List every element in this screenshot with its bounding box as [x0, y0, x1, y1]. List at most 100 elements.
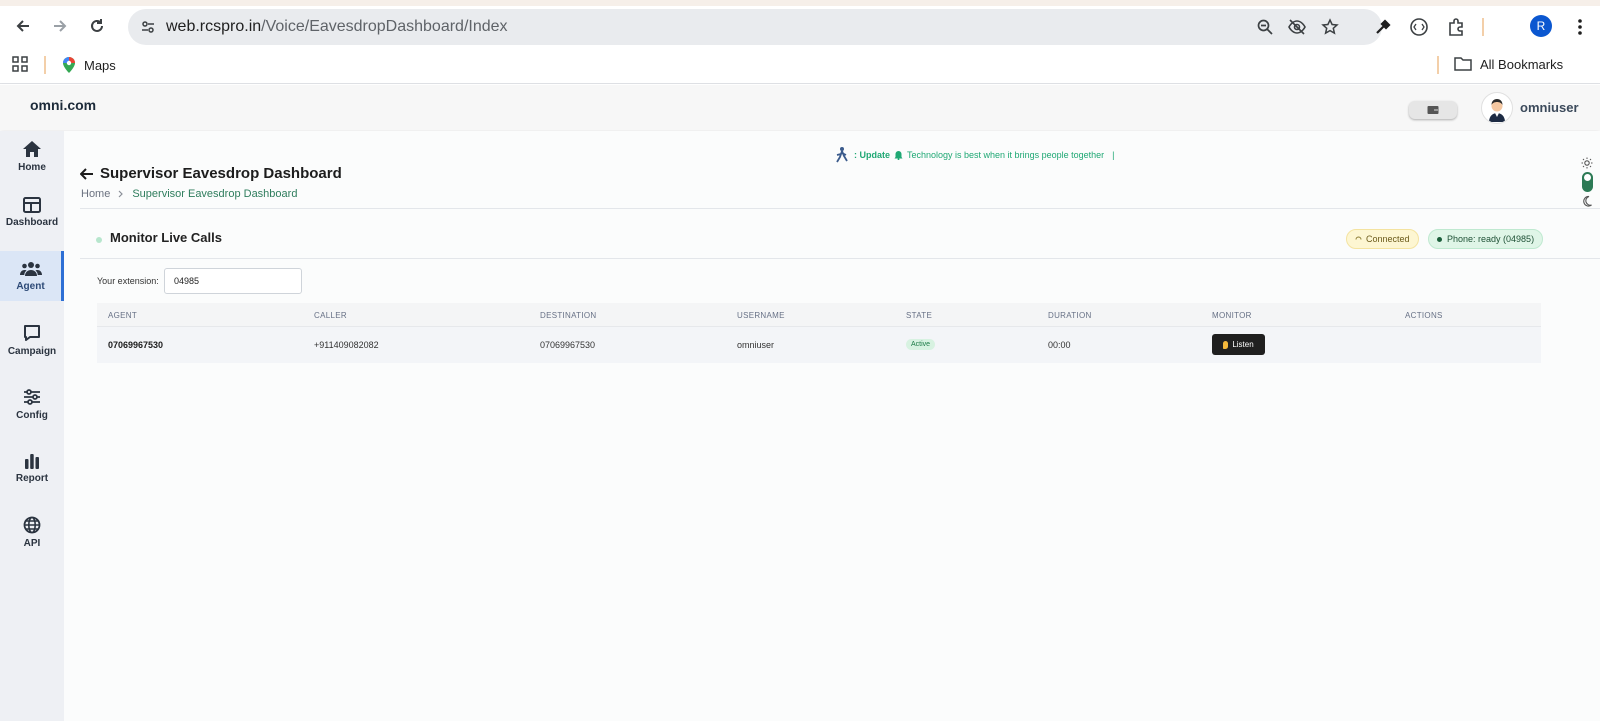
- puzzle-icon[interactable]: [1444, 15, 1468, 39]
- sidebar: Home Dashboard Agent Campaign Config Rep…: [0, 131, 64, 721]
- sidebar-item-dashboard[interactable]: Dashboard: [0, 187, 64, 237]
- column-header-destination: DESTINATION: [540, 311, 597, 320]
- page-title: Supervisor Eavesdrop Dashboard: [80, 165, 342, 182]
- zoom-icon[interactable]: [1255, 17, 1275, 37]
- listen-button-label: Listen: [1232, 340, 1254, 349]
- sidebar-item-label: Campaign: [7, 345, 57, 357]
- bookmark-maps[interactable]: Maps: [62, 56, 116, 74]
- wallet-button[interactable]: [1409, 101, 1457, 119]
- live-calls-table: AGENT CALLER DESTINATION USERNAME STATE …: [97, 303, 1541, 363]
- arrow-left-icon: [16, 20, 29, 32]
- sun-icon: [1581, 157, 1593, 169]
- chevron-right-icon: [118, 190, 124, 198]
- sidebar-item-label: API: [23, 537, 41, 549]
- ticker-prefix: : Update: [854, 150, 890, 160]
- person-avatar-icon: [1489, 99, 1505, 122]
- sidebar-item-label: Home: [18, 161, 46, 173]
- bookmarks-bar: Maps All Bookmarks: [0, 46, 1600, 84]
- all-bookmarks-label: All Bookmarks: [1480, 56, 1564, 72]
- apps-grid-icon[interactable]: [12, 56, 28, 72]
- profile-avatar[interactable]: R: [1530, 15, 1552, 37]
- phone-status-dot: [1437, 236, 1442, 242]
- cell-agent: 07069967530: [108, 340, 164, 350]
- state-badge: Active: [906, 339, 936, 350]
- url-path: /Voice/EavesdropDashboard/Index: [261, 18, 508, 35]
- user-avatar[interactable]: [1481, 92, 1513, 124]
- wallet-icon: [1427, 106, 1439, 114]
- breadcrumb-current: Supervisor Eavesdrop Dashboard: [132, 188, 298, 200]
- bookmark-maps-label: Maps: [84, 57, 116, 73]
- bell-icon: [894, 151, 903, 160]
- extension-label: Your extension:: [97, 276, 159, 286]
- more-menu-icon[interactable]: [1568, 15, 1592, 39]
- phone-status-text: Phone: ready (04985): [1447, 234, 1535, 244]
- column-header-actions: ACTIONS: [1405, 311, 1443, 320]
- theme-toggle[interactable]: [1577, 157, 1597, 213]
- address-bar[interactable]: web.rcspro.in/Voice/EavesdropDashboard/I…: [128, 9, 1382, 45]
- status-dot: [96, 236, 102, 243]
- url-text: web.rcspro.in/Voice/EavesdropDashboard/I…: [166, 18, 508, 36]
- moon-icon: [1583, 195, 1592, 207]
- username-label[interactable]: omniuser: [1520, 100, 1579, 115]
- table-header: AGENT CALLER DESTINATION USERNAME STATE …: [97, 303, 1541, 327]
- spinner-icon: [1355, 236, 1362, 240]
- sliders-icon: [24, 388, 40, 405]
- panel-title-text: Monitor Live Calls: [110, 230, 222, 245]
- forward-button[interactable]: [46, 12, 74, 40]
- sidebar-item-report[interactable]: Report: [0, 443, 64, 493]
- site-info-icon[interactable]: [138, 17, 158, 37]
- toolbar-separator: [1482, 18, 1484, 36]
- globe-icon: [23, 516, 41, 533]
- dashboard-icon: [23, 196, 41, 213]
- column-header-agent: AGENT: [108, 311, 138, 320]
- breadcrumb: Home Supervisor Eavesdrop Dashboard: [81, 188, 297, 200]
- theme-switch[interactable]: [1581, 172, 1593, 192]
- sidebar-item-campaign[interactable]: Campaign: [0, 315, 64, 365]
- column-header-state: STATE: [906, 311, 933, 320]
- bar-chart-icon: [25, 453, 39, 469]
- reload-icon: [91, 19, 103, 32]
- sidebar-item-api[interactable]: API: [0, 507, 64, 557]
- url-host: web.rcspro.in: [166, 18, 262, 35]
- eye-off-icon[interactable]: [1287, 17, 1307, 37]
- bookmark-separator: [44, 56, 46, 74]
- eyedropper-icon[interactable]: [1371, 15, 1395, 39]
- table-row: 07069967530 +911409082082 07069967530 om…: [97, 327, 1541, 363]
- brand-logo[interactable]: omni.com: [30, 97, 96, 113]
- panel-title: Monitor Live Calls: [96, 230, 222, 245]
- sidebar-item-agent[interactable]: Agent: [0, 251, 64, 301]
- arrow-right-icon: [54, 20, 67, 32]
- map-pin-icon: [63, 57, 75, 73]
- extension-input[interactable]: [164, 268, 302, 294]
- divider: [80, 258, 1600, 259]
- bookmark-separator-right: [1437, 56, 1439, 74]
- folder-icon: [1454, 57, 1472, 71]
- sidebar-item-config[interactable]: Config: [0, 379, 64, 429]
- home-icon: [23, 140, 41, 157]
- back-button[interactable]: [9, 12, 37, 40]
- ticker-message: Technology is best when it brings people…: [907, 150, 1105, 160]
- star-icon[interactable]: [1320, 17, 1340, 37]
- divider: [80, 208, 1600, 209]
- reload-button[interactable]: [83, 12, 111, 40]
- page-title-text: Supervisor Eavesdrop Dashboard: [100, 165, 342, 182]
- column-header-monitor: MONITOR: [1212, 311, 1252, 320]
- extension-circle-icon[interactable]: [1407, 15, 1431, 39]
- sidebar-item-label: Dashboard: [5, 216, 59, 228]
- ticker-suffix: |: [1112, 150, 1115, 160]
- column-header-duration: DURATION: [1048, 311, 1092, 320]
- breadcrumb-home[interactable]: Home: [81, 188, 110, 200]
- connection-status-badge: Connected: [1346, 229, 1419, 249]
- walking-person-icon: [836, 147, 848, 163]
- all-bookmarks[interactable]: All Bookmarks: [1454, 56, 1563, 72]
- main-content: : Update Technology is best when it brin…: [64, 131, 1600, 721]
- cell-duration: 00:00: [1048, 340, 1071, 350]
- listen-button[interactable]: Listen: [1212, 334, 1265, 355]
- ear-icon: [1223, 340, 1229, 349]
- sidebar-item-label: Report: [15, 472, 49, 484]
- back-arrow-icon[interactable]: [80, 167, 94, 180]
- sidebar-item-home[interactable]: Home: [0, 131, 64, 181]
- update-ticker: : Update Technology is best when it brin…: [834, 146, 1114, 164]
- users-icon: [19, 261, 42, 276]
- phone-status-badge: Phone: ready (04985): [1428, 229, 1544, 249]
